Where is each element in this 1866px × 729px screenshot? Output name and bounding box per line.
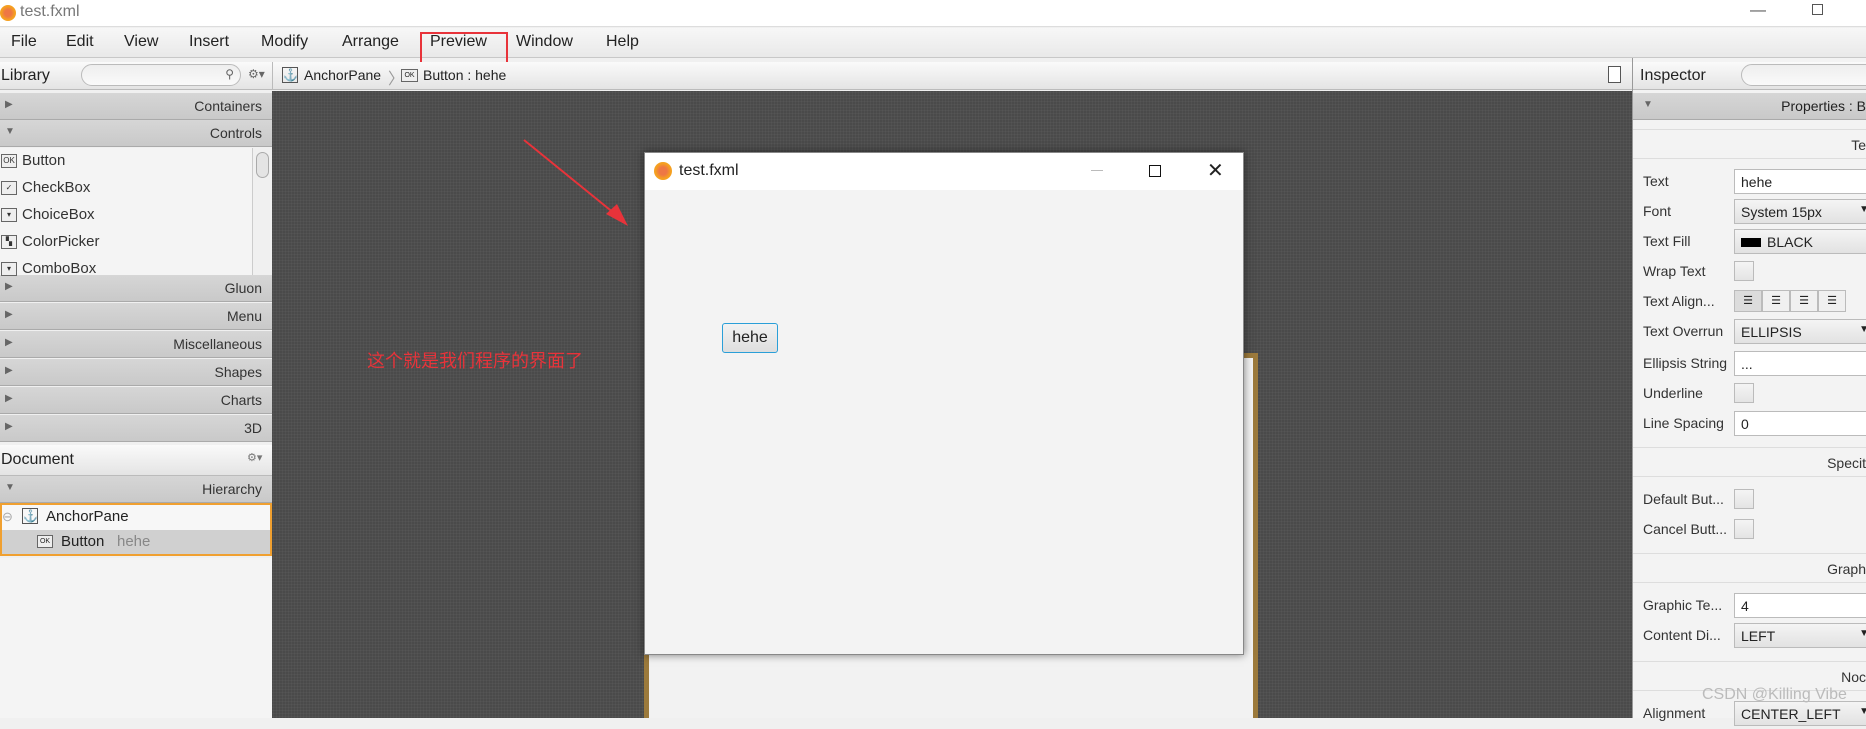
content-di-select[interactable]: LEFT ▼: [1734, 623, 1866, 648]
property-label: Underline: [1643, 385, 1703, 401]
property-default-but: Default But...: [1633, 485, 1866, 515]
inspector-header: Inspector: [1633, 62, 1866, 90]
close-button[interactable]: ✕: [1207, 158, 1224, 183]
default-but-checkbox[interactable]: [1734, 489, 1754, 509]
property-label: Text: [1643, 173, 1669, 189]
property-label: Cancel Butt...: [1643, 521, 1728, 537]
hehe-button[interactable]: hehe: [722, 323, 778, 353]
property-cancel-butt: Cancel Butt...: [1633, 515, 1866, 545]
align-left-icon[interactable]: ☰: [1734, 290, 1762, 312]
property-wrap-text: Wrap Text: [1633, 257, 1866, 287]
property-text-overrun: Text Overrun ELLIPSIS ▼: [1633, 317, 1866, 347]
chevron-down-icon: ▼: [1859, 324, 1866, 335]
property-label: Graphic Te...: [1643, 597, 1723, 613]
property-text: Text hehe: [1633, 167, 1866, 197]
inspector-group-header: Te: [1633, 129, 1866, 159]
property-ellipsis-string: Ellipsis String...: [1633, 349, 1866, 379]
property-text-align: Text Align... ☰ ☰ ☰ ☰: [1633, 287, 1866, 317]
property-content-di: Content Di... LEFT ▼: [1633, 621, 1866, 651]
chevron-down-icon: ▼: [1859, 706, 1866, 717]
text-fill-picker[interactable]: BLACK: [1734, 229, 1866, 254]
minimize-button[interactable]: [1091, 170, 1103, 171]
property-label: Text Overrun: [1643, 323, 1724, 339]
text-field[interactable]: hehe: [1734, 169, 1866, 194]
property-label: Default But...: [1643, 491, 1724, 507]
inspector-title: Inspector: [1640, 67, 1706, 84]
wrap-text-checkbox[interactable]: [1734, 261, 1754, 281]
text-overrun-select[interactable]: ELLIPSIS ▼: [1734, 319, 1866, 344]
selected-value: BLACK: [1767, 234, 1813, 250]
property-line-spacing: Line Spacing 0: [1633, 409, 1866, 439]
triangle-down-icon: ▼: [1643, 99, 1653, 110]
selected-value: LEFT: [1741, 628, 1776, 644]
property-underline: Underline: [1633, 379, 1866, 409]
annotation-text: 这个就是我们程序的界面了: [367, 351, 583, 371]
property-label: Text Align...: [1643, 293, 1715, 309]
font-select[interactable]: System 15px ▼: [1734, 199, 1866, 224]
color-swatch: [1741, 238, 1761, 247]
app-icon: [654, 162, 672, 180]
property-label: Text Fill: [1643, 233, 1691, 249]
graphic-te-field[interactable]: 4: [1734, 593, 1866, 618]
property-label: Content Di...: [1643, 627, 1721, 643]
line-spacing-field[interactable]: 0: [1734, 411, 1866, 436]
underline-checkbox[interactable]: [1734, 383, 1754, 403]
preview-title: test.fxml: [679, 162, 739, 179]
property-label: Line Spacing: [1643, 415, 1724, 431]
property-font: Font System 15px ▼: [1633, 197, 1866, 227]
selected-value: CENTER_LEFT: [1741, 706, 1841, 722]
preview-title-bar: test.fxml ✕: [645, 153, 1243, 190]
inspector-group-header: Graph: [1633, 553, 1866, 583]
properties-label: Properties : B: [1781, 98, 1866, 114]
chevron-down-icon: ▼: [1859, 204, 1866, 215]
selected-value: System 15px: [1741, 204, 1822, 220]
ellipsis-string-field[interactable]: ...: [1734, 351, 1866, 376]
watermark: CSDN @Killing Vibe: [1702, 686, 1847, 703]
property-label: Font: [1643, 203, 1672, 219]
align-right-icon[interactable]: ☰: [1790, 290, 1818, 312]
property-graphic-te: Graphic Te... 4: [1633, 591, 1866, 621]
alignment-select[interactable]: CENTER_LEFT ▼: [1734, 701, 1866, 726]
property-label: Ellipsis String: [1643, 355, 1728, 371]
align-justify-icon[interactable]: ☰: [1818, 290, 1846, 312]
maximize-button[interactable]: [1149, 165, 1161, 177]
property-text-fill: Text Fill BLACK: [1633, 227, 1866, 257]
inspector-search-input[interactable]: [1741, 64, 1866, 86]
preview-window: test.fxml ✕ hehe: [644, 152, 1244, 655]
cancel-butt-checkbox[interactable]: [1734, 519, 1754, 539]
property-label: Alignment: [1643, 705, 1706, 721]
selected-value: ELLIPSIS: [1741, 324, 1802, 340]
property-label: Wrap Text: [1643, 263, 1706, 279]
chevron-down-icon: ▼: [1859, 628, 1866, 639]
inspector-group-header: Specit: [1633, 447, 1866, 477]
align-center-icon[interactable]: ☰: [1762, 290, 1790, 312]
properties-section[interactable]: ▼ Properties : B: [1633, 93, 1866, 120]
